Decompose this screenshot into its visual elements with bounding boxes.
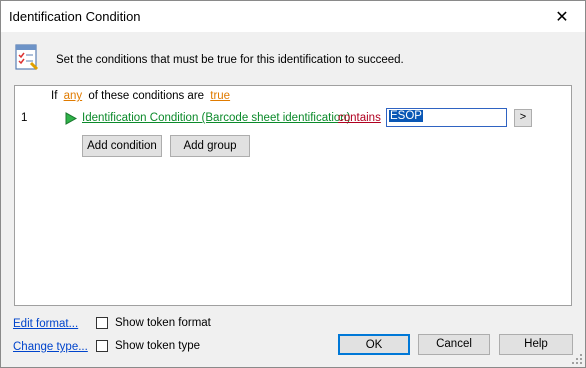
close-button[interactable]: ✕ xyxy=(539,1,585,32)
if-line: If any of these conditions are true xyxy=(51,90,233,102)
add-condition-button[interactable]: Add condition xyxy=(82,135,162,157)
if-label: If xyxy=(51,90,58,102)
quantifier-link[interactable]: any xyxy=(64,90,83,102)
of-label: of these conditions are xyxy=(88,90,205,102)
play-icon[interactable] xyxy=(65,112,77,125)
title-bar: Identification Condition ✕ xyxy=(1,1,585,32)
help-button[interactable]: Help xyxy=(499,334,573,355)
show-token-format-checkbox[interactable] xyxy=(96,317,108,329)
condition-value-text: ESOP xyxy=(389,110,423,122)
dialog-window: Identification Condition ✕ Set the condi… xyxy=(0,0,586,368)
instructions-text: Set the conditions that must be true for… xyxy=(56,54,404,66)
ok-button[interactable]: OK xyxy=(338,334,410,355)
show-token-type-option[interactable]: Show token type xyxy=(96,340,200,352)
show-token-type-checkbox[interactable] xyxy=(96,340,108,352)
condition-operator-link[interactable]: contains xyxy=(338,112,381,124)
condition-field-link[interactable]: Identification Condition (Barcode sheet … xyxy=(82,112,351,124)
truth-link[interactable]: true xyxy=(210,90,230,102)
add-group-button[interactable]: Add group xyxy=(170,135,250,157)
change-type-link[interactable]: Change type... xyxy=(13,341,88,353)
condition-row-number: 1 xyxy=(21,112,28,124)
value-more-button[interactable]: > xyxy=(514,109,532,127)
conditions-panel: If any of these conditions are true 1 Id… xyxy=(14,85,572,306)
show-token-format-option[interactable]: Show token format xyxy=(96,317,211,329)
show-token-type-label: Show token type xyxy=(115,340,201,352)
show-token-format-label: Show token format xyxy=(115,317,211,329)
edit-format-link[interactable]: Edit format... xyxy=(13,318,78,330)
close-icon: ✕ xyxy=(555,8,569,26)
window-title: Identification Condition xyxy=(9,9,141,24)
cancel-button[interactable]: Cancel xyxy=(418,334,490,355)
checklist-icon xyxy=(15,44,39,71)
resize-grip-icon[interactable] xyxy=(572,354,582,364)
condition-value-input[interactable]: ESOP xyxy=(386,108,507,127)
